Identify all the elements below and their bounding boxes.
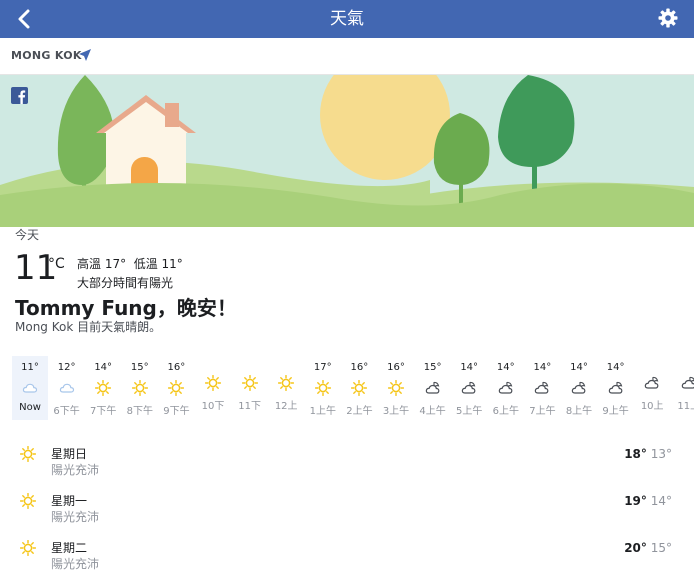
partly-cloudy-night-icon <box>571 380 587 396</box>
sunny-icon <box>95 379 112 397</box>
daily-row[interactable]: 星期二陽光充沛 20° 15° <box>0 532 694 576</box>
sunny-icon <box>19 492 37 510</box>
hourly-temperature: 16° <box>167 362 186 373</box>
partly-cloudy-night-icon <box>534 380 550 396</box>
location-arrow-icon <box>79 49 91 61</box>
weather-description: Mong Kok 目前天氣晴朗。 <box>15 320 162 334</box>
daily-day-name: 星期二 <box>51 541 88 555</box>
daily-condition: 陽光充沛 <box>51 557 100 571</box>
sunny-icon <box>241 374 258 392</box>
partly-cloudy-night-icon <box>461 380 477 396</box>
hourly-item: 11上 <box>671 356 694 420</box>
daily-row[interactable]: 星期日陽光充沛 18° 13° <box>0 438 694 482</box>
daily-low-temperature: 13° <box>646 447 672 461</box>
hourly-temperature: 14° <box>496 362 515 373</box>
page-title: 天氣 <box>330 9 364 29</box>
sunny-icon <box>131 379 148 397</box>
hourly-temperature: 17° <box>313 362 332 373</box>
daily-low-temperature: 15° <box>646 541 672 555</box>
daily-condition: 陽光充沛 <box>51 463 100 477</box>
daily-temperatures: 20° 15° <box>624 541 672 555</box>
location-name: MONG KOK <box>11 49 82 62</box>
daily-day-name: 星期一 <box>51 494 88 508</box>
hourly-temperature: 11° <box>21 362 39 373</box>
hourly-forecast[interactable]: 11° Now 12° 6下午 14° 7下午 15° 8下午 16° 9下午 10下 11下 12上 1… <box>12 356 694 420</box>
cloudy-icon <box>22 380 38 396</box>
location-bar[interactable]: MONG KOK <box>0 38 694 75</box>
daily-temperatures: 19° 14° <box>624 494 672 508</box>
sunny-icon <box>19 539 37 557</box>
facebook-icon[interactable] <box>11 87 28 104</box>
hourly-temperature: 14° <box>570 362 588 373</box>
sunny-icon <box>168 379 185 397</box>
daily-low-temperature: 14° <box>646 494 672 508</box>
daily-temperatures: 18° 13° <box>624 447 672 461</box>
partly-cloudy-night-icon <box>425 380 441 396</box>
sunny-icon <box>204 374 222 392</box>
hourly-temperature: 12° <box>57 362 76 373</box>
daily-day-name: 星期日 <box>51 447 88 461</box>
sunny-icon <box>19 445 37 463</box>
sunny-icon <box>314 379 331 397</box>
landscape-illustration <box>0 75 694 227</box>
partly-cloudy-night-icon <box>681 375 694 391</box>
partly-cloudy-night-icon <box>498 380 514 396</box>
hourly-temperature: 15° <box>423 362 442 373</box>
high-low-temperature: 高溫 17° 低溫 11° <box>77 257 183 271</box>
greeting: Tommy Fung，晚安！ <box>15 296 237 320</box>
today-label: 今天 <box>15 228 40 242</box>
hourly-temperature: 14° <box>533 362 552 373</box>
hourly-temperature: 14° <box>460 362 479 373</box>
sunny-icon <box>387 379 405 397</box>
daily-high-temperature: 20° <box>624 541 647 555</box>
current-condition: 大部分時間有陽光 <box>77 276 174 290</box>
hourly-time-label: 11上 <box>677 401 694 412</box>
cloudy-icon <box>59 380 75 396</box>
sunny-icon <box>351 379 368 397</box>
partly-cloudy-night-icon <box>644 375 660 391</box>
hourly-temperature: 15° <box>130 362 149 373</box>
hourly-temperature: 16° <box>387 362 405 373</box>
weather-illustration <box>0 75 694 227</box>
daily-high-temperature: 19° <box>624 494 647 508</box>
temperature-unit: °C <box>48 256 65 272</box>
hourly-temperature: 14° <box>606 362 625 373</box>
gear-icon[interactable] <box>658 8 678 28</box>
hourly-temperature: 14° <box>94 362 113 373</box>
daily-condition: 陽光充沛 <box>51 510 100 524</box>
hourly-temperature: 16° <box>350 362 369 373</box>
partly-cloudy-night-icon <box>608 380 624 396</box>
top-bar: 天氣 <box>0 0 694 38</box>
sunny-icon <box>278 374 295 392</box>
daily-row[interactable]: 星期一陽光充沛 19° 14° <box>0 485 694 529</box>
daily-high-temperature: 18° <box>624 447 647 461</box>
